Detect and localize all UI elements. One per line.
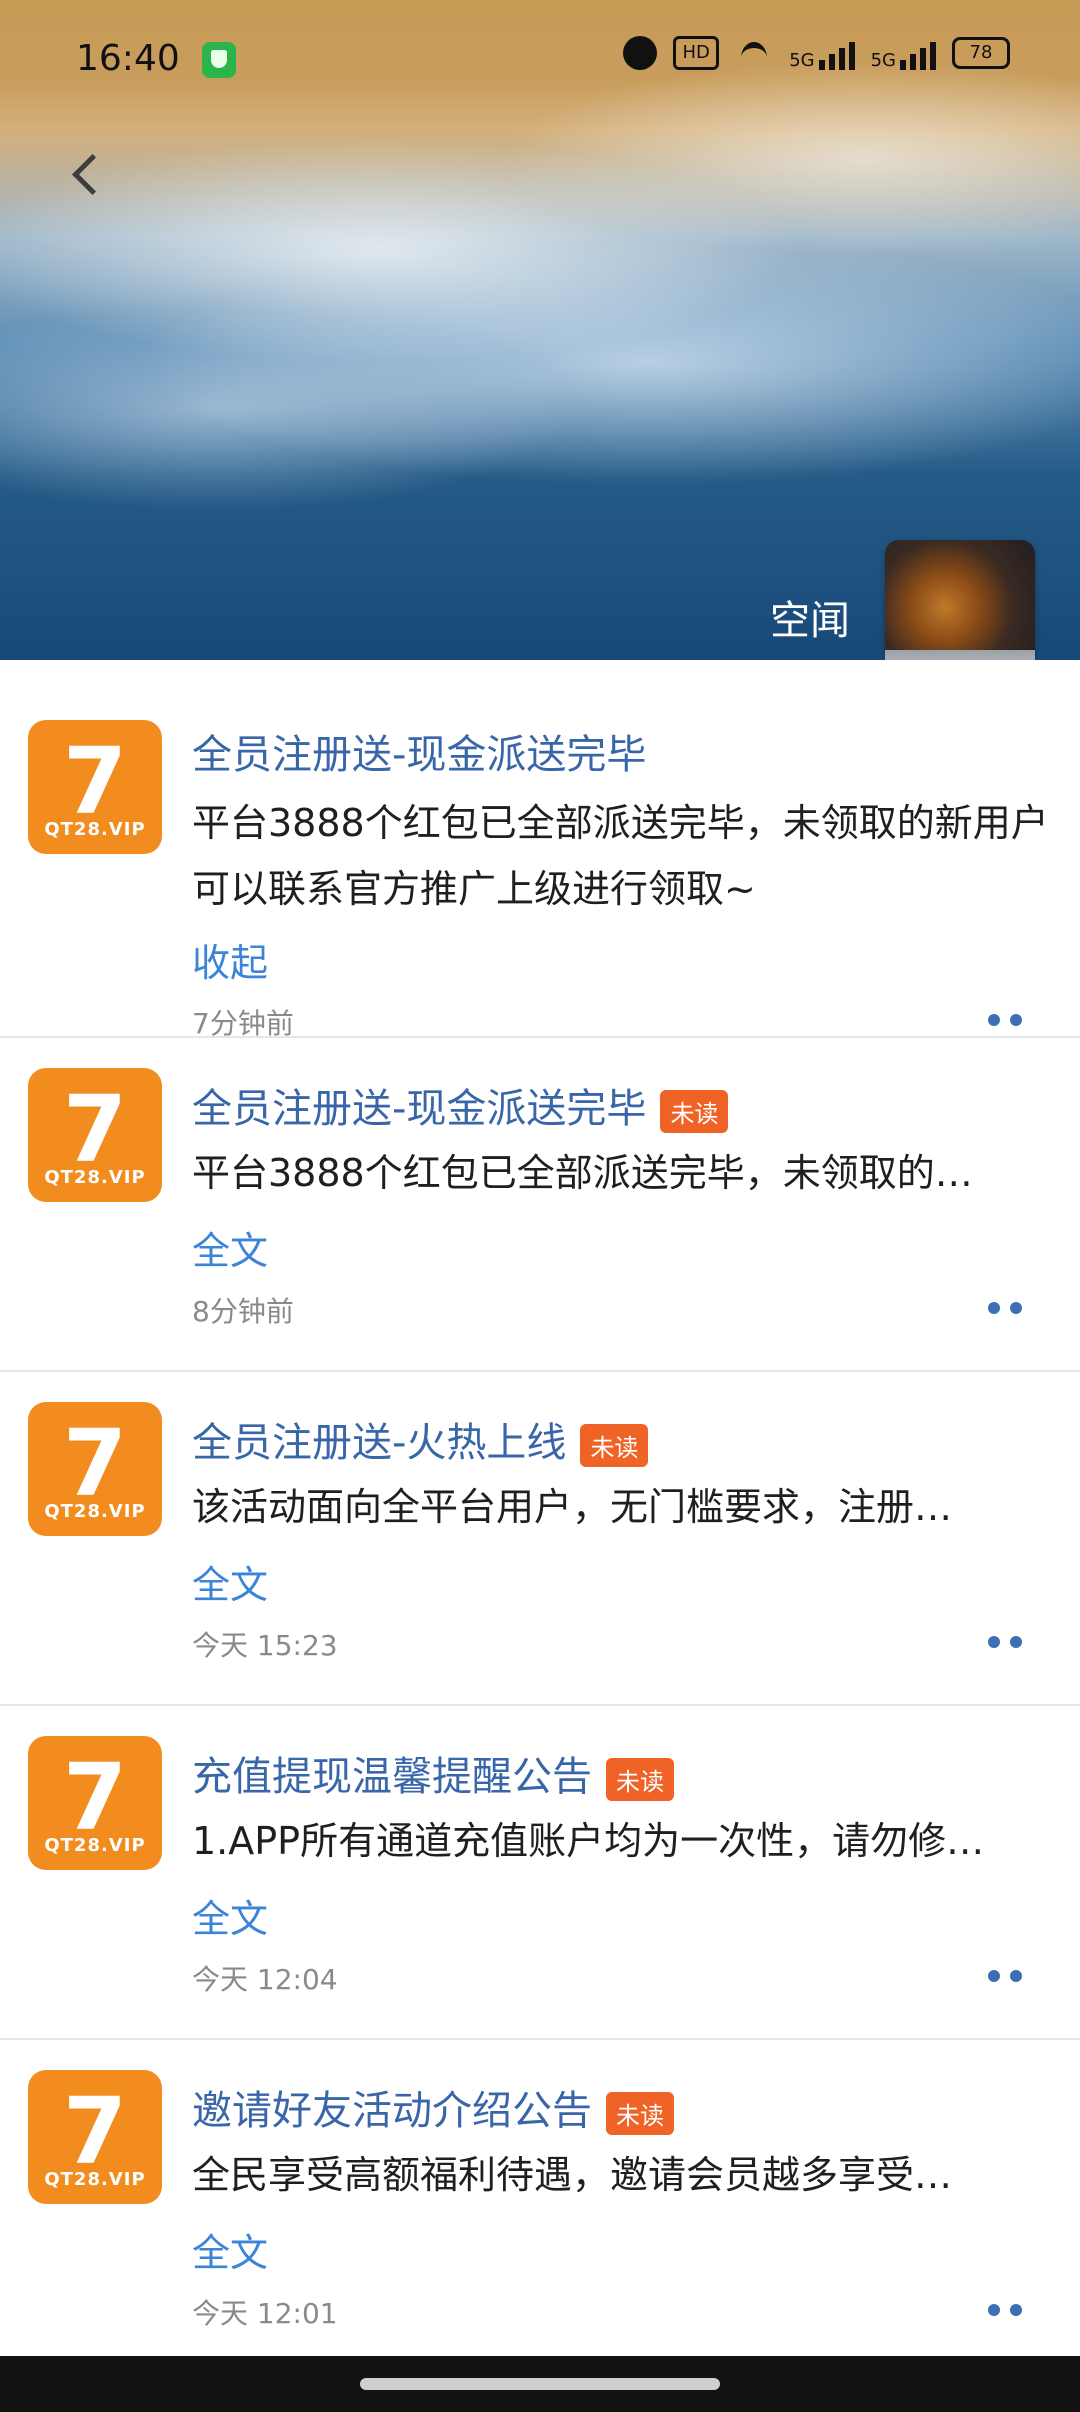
more-options-icon[interactable] [988,2304,1024,2316]
logo-text: QT28.VIP [44,819,146,840]
list-item[interactable]: 7 QT28.VIP 充值提现温馨提醒公告 未读 1.APP所有通道充值账户均为一… [0,1706,1080,2040]
more-options-icon[interactable] [988,1636,1024,1648]
unread-badge: 未读 [580,1423,649,1467]
item-time: 今天 15:23 [192,1629,338,1662]
full-text-link[interactable]: 全文 [192,1554,268,1609]
collapse-link[interactable]: 收起 [192,932,268,987]
unread-badge: 未读 [660,1089,729,1133]
list-item[interactable]: 7 QT28.VIP 全员注册送-现金派送完毕 未读 平台3888个红包已全部派送… [0,1038,1080,1372]
full-text-link[interactable]: 全文 [192,2222,268,2277]
status-time: 16:40 [76,38,180,79]
wifi-icon [735,38,773,68]
item-time: 今天 12:04 [192,1963,338,1996]
app-logo-icon: 7 QT28.VIP [28,1068,162,1202]
item-title-text: 邀请好友活动介绍公告 [192,2088,592,2134]
item-time: 7分钟前 [192,1007,294,1040]
unread-badge: 未读 [606,2091,674,2135]
item-time: 今天 12:01 [192,2297,338,2330]
more-options-icon[interactable] [988,1302,1024,1314]
item-title-text: 全员注册送-火热上线 [192,1420,567,1466]
profile-name: 空闻 [770,598,850,644]
app-logo-icon: 7 QT28.VIP [28,720,162,854]
item-title[interactable]: 邀请好友活动介绍公告 未读 [192,2078,674,2136]
item-title-text: 充值提现温馨提醒公告 [192,1754,592,1800]
list-item[interactable]: 7 QT28.VIP 邀请好友活动介绍公告 未读 全民享受高额福利待遇，邀请会员越… [0,2040,1080,2340]
item-body: 平台3888个红包已全部派送完毕，未领取的新用户可以联系官方推广上级进行领取~ [192,801,1049,911]
notice-list: 7 QT28.VIP 全员注册送-现金派送完毕 平台3888个红包已全部派送完毕… [0,660,1080,2340]
home-indicator[interactable] [360,2378,720,2390]
item-title[interactable]: 全员注册送-火热上线 未读 [192,1410,649,1468]
more-options-icon[interactable] [988,1014,1024,1026]
item-title[interactable]: 充值提现温馨提醒公告 未读 [192,1744,674,1802]
status-bar: 16:40 HD 5G 5G 78 [0,30,1080,90]
shield-app-icon [202,42,236,78]
more-options-icon[interactable] [988,1970,1024,1982]
unread-badge: 未读 [606,1757,674,1801]
item-body: 全民享受高额福利待遇，邀请会员越多享受… [192,2153,953,2197]
logo-text: QT28.VIP [44,1167,146,1188]
profile-avatar[interactable] [885,540,1035,660]
logo-text: QT28.VIP [44,1835,146,1856]
full-text-link[interactable]: 全文 [192,1220,268,1275]
signal-icon: 5G [871,36,936,70]
full-text-link[interactable]: 全文 [192,1888,268,1943]
back-button[interactable] [62,152,108,198]
item-body: 1.APP所有通道充值账户均为一次性，请勿修… [192,1819,985,1863]
item-time: 8分钟前 [192,1295,294,1328]
item-title-text: 全员注册送-现金派送完毕 [192,1086,647,1132]
app-logo-icon: 7 QT28.VIP [28,1736,162,1870]
battery-icon: 78 [952,37,1010,69]
list-item[interactable]: 7 QT28.VIP 全员注册送-火热上线 未读 该活动面向全平台用户，无门槛要求… [0,1372,1080,1706]
logo-text: QT28.VIP [44,2169,146,2190]
cover-image: 16:40 HD 5G 5G 78 空闻 [0,0,1080,660]
item-body: 平台3888个红包已全部派送完毕，未领取的… [192,1151,973,1195]
item-title[interactable]: 全员注册送-现金派送完毕 未读 [192,1076,729,1134]
alarm-icon [623,36,658,70]
logo-text: QT28.VIP [44,1501,146,1522]
system-navigation-bar [0,2356,1080,2412]
app-logo-icon: 7 QT28.VIP [28,2070,162,2204]
list-item[interactable]: 7 QT28.VIP 全员注册送-现金派送完毕 平台3888个红包已全部派送完毕… [0,660,1080,1040]
app-logo-icon: 7 QT28.VIP [28,1402,162,1536]
status-icons: HD 5G 5G 78 [623,36,1010,70]
battery-level: 78 [969,42,993,63]
item-title[interactable]: 全员注册送-现金派送完毕 [192,722,646,780]
item-body: 该活动面向全平台用户，无门槛要求，注册… [192,1485,953,1529]
hd-icon: HD [673,36,720,70]
signal-icon: 5G [789,36,855,70]
